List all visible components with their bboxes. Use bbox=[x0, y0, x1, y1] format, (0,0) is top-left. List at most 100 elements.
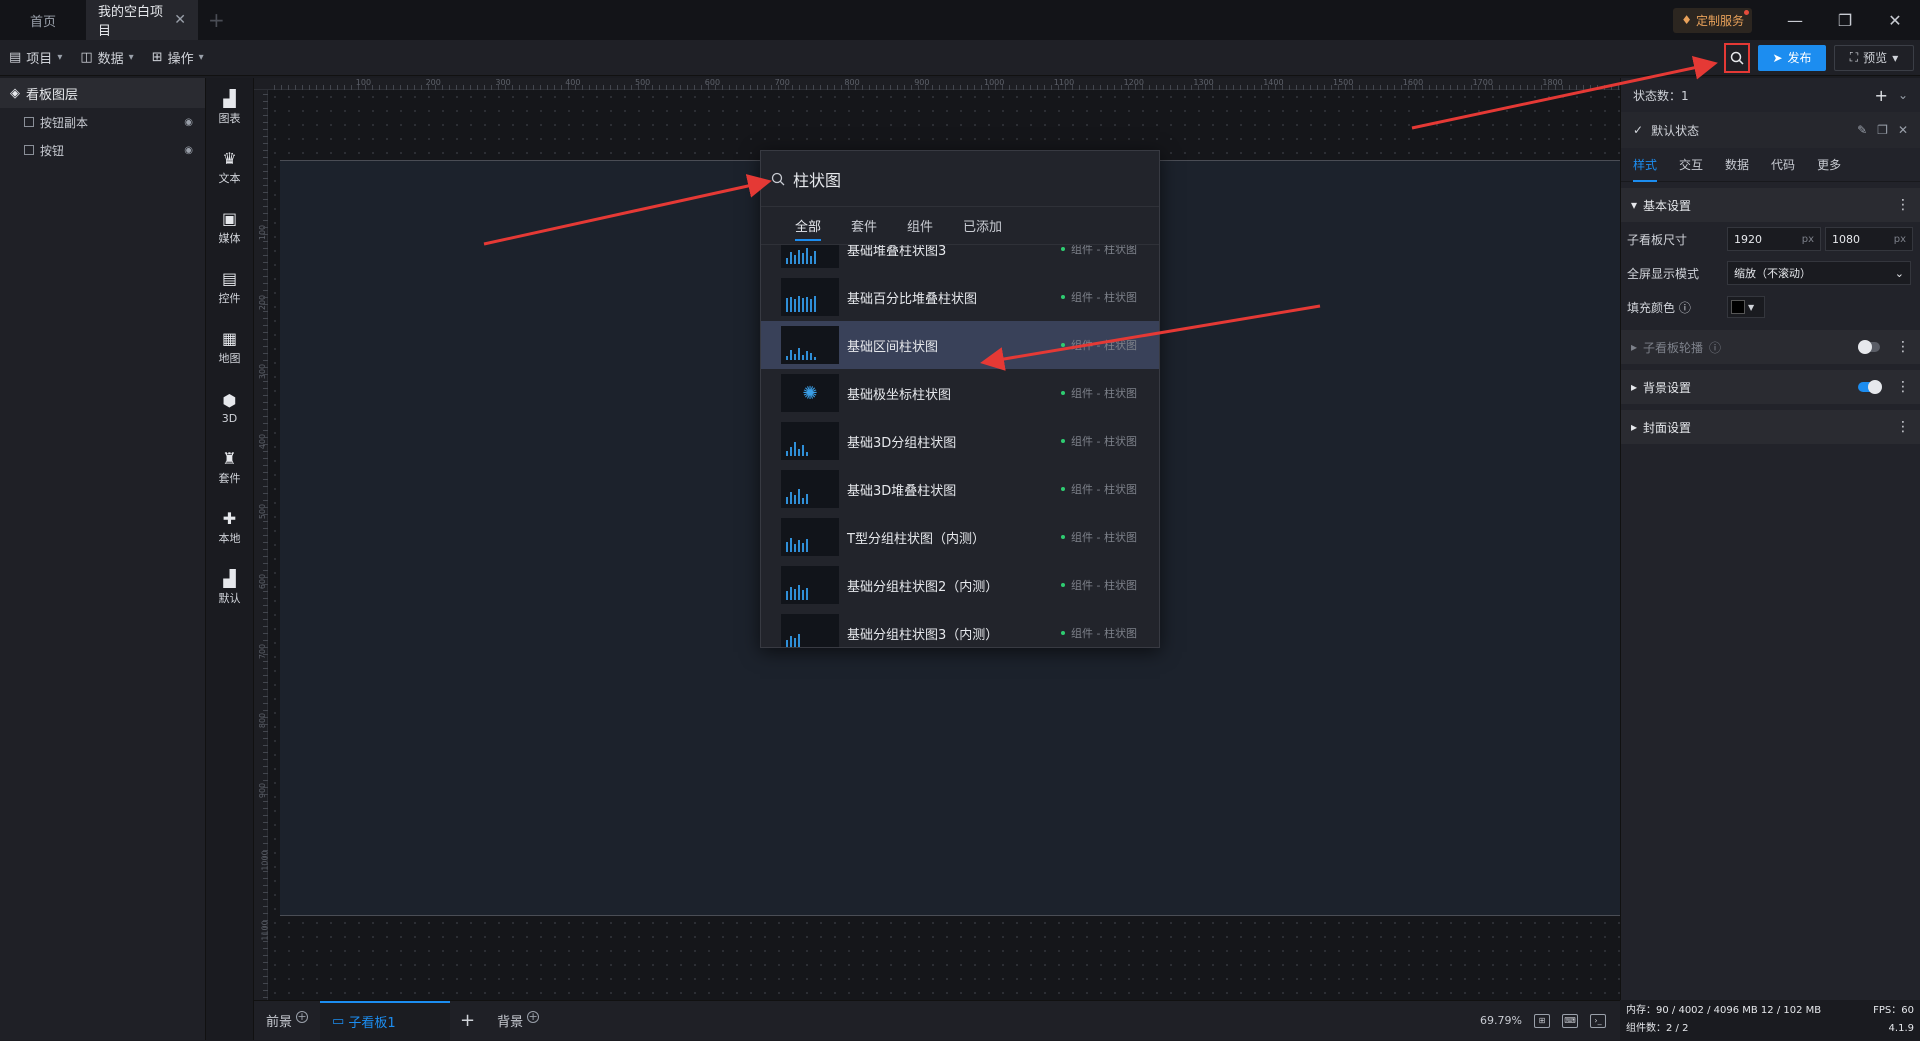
keyboard-icon[interactable]: ⌨ bbox=[1562, 1013, 1578, 1028]
default-state-row[interactable]: ✓ 默认状态 ✎ ❐ ✕ bbox=[1621, 112, 1920, 148]
search-result-item[interactable]: 基础堆叠柱状图3 组件 - 柱状图 bbox=[761, 245, 1159, 273]
tab-background[interactable]: 背景 + bbox=[485, 1001, 551, 1041]
subtab-style[interactable]: 样式 bbox=[1633, 156, 1658, 182]
fullscreen-icon: ⛶ bbox=[1849, 50, 1859, 64]
tab-project[interactable]: 我的空白项目 ✕ bbox=[86, 0, 198, 40]
more-icon[interactable]: ⋮ bbox=[1896, 379, 1910, 395]
category-media[interactable]: ▣ 媒体 bbox=[206, 198, 253, 258]
eye-hidden-icon[interactable]: ◉ bbox=[184, 145, 193, 156]
subtab-data[interactable]: 数据 bbox=[1725, 156, 1749, 173]
close-window-icon[interactable]: ✕ bbox=[1870, 0, 1920, 40]
search-results: 基础堆叠柱状图3 组件 - 柱状图 基础百分比堆叠柱状图 组件 - 柱状图 基础区间柱状… bbox=[761, 245, 1159, 647]
layer-item[interactable]: 按钮副本 ◉ bbox=[0, 108, 205, 136]
tab-home[interactable]: 首页 bbox=[0, 0, 86, 40]
bar-chart-icon: ▟ bbox=[223, 89, 236, 108]
caret-down-icon: ▼ bbox=[1748, 302, 1755, 312]
search-tab-component[interactable]: 组件 bbox=[907, 216, 933, 235]
close-icon[interactable]: ✕ bbox=[1898, 123, 1908, 137]
section-basic[interactable]: ▾ 基本设置 ⋮ bbox=[1621, 188, 1920, 222]
search-result-item[interactable]: 基础3D分组柱状图 组件 - 柱状图 bbox=[761, 417, 1159, 465]
search-result-category: 组件 - 柱状图 bbox=[1061, 625, 1137, 641]
search-result-item[interactable]: 基础百分比堆叠柱状图 组件 - 柱状图 bbox=[761, 273, 1159, 321]
chevron-down-icon: ⌄ bbox=[1894, 266, 1904, 280]
search-input[interactable]: 柱状图 bbox=[761, 151, 1159, 207]
add-board-icon[interactable]: + bbox=[450, 1010, 485, 1031]
copy-icon[interactable]: ❐ bbox=[1877, 123, 1888, 137]
search-result-item[interactable]: 基础3D堆叠柱状图 组件 - 柱状图 bbox=[761, 465, 1159, 513]
terminal-icon[interactable]: ›_ bbox=[1590, 1013, 1606, 1028]
minimize-icon[interactable]: — bbox=[1770, 0, 1820, 40]
add-tab-icon[interactable]: + bbox=[208, 8, 225, 32]
preview-button[interactable]: ⛶ 预览 ▾ bbox=[1834, 44, 1914, 71]
search-tab-added[interactable]: 已添加 bbox=[963, 216, 1002, 235]
category-text: 组件 - 柱状图 bbox=[1071, 245, 1137, 256]
category-chart[interactable]: ▟ 图表 bbox=[206, 78, 253, 138]
search-icon bbox=[771, 172, 785, 185]
chart-thumbnail-icon bbox=[781, 278, 839, 316]
width-input[interactable]: 1920 px bbox=[1727, 227, 1821, 251]
help-icon[interactable]: ⓘ bbox=[1679, 301, 1691, 315]
add-background-icon[interactable]: + bbox=[527, 1010, 540, 1023]
eye-hidden-icon[interactable]: ◉ bbox=[184, 117, 193, 128]
layers-panel: ◈ 看板图层 按钮副本 ◉ 按钮 ◉ bbox=[0, 78, 206, 1040]
help-icon[interactable]: ⓘ bbox=[1709, 339, 1721, 356]
board-size-row: 子看板尺寸 1920 px 1080 px bbox=[1621, 222, 1920, 256]
search-result-item[interactable]: 基础分组柱状图2（内测） 组件 - 柱状图 bbox=[761, 561, 1159, 609]
search-result-item[interactable]: ✺ 基础极坐标柱状图 组件 - 柱状图 bbox=[761, 369, 1159, 417]
category-3d[interactable]: ⬢ 3D bbox=[206, 378, 253, 438]
tab-sub-board[interactable]: ▭ 子看板1 bbox=[320, 1000, 451, 1041]
search-tab-kit[interactable]: 套件 bbox=[851, 216, 877, 235]
carousel-toggle[interactable] bbox=[1858, 340, 1880, 354]
category-control[interactable]: ▤ 控件 bbox=[206, 258, 253, 318]
close-tab-icon[interactable]: ✕ bbox=[174, 12, 186, 28]
category-label: 套件 bbox=[218, 472, 241, 485]
layer-item[interactable]: 按钮 ◉ bbox=[0, 136, 205, 164]
sub-board-label: 子看板1 bbox=[348, 1016, 396, 1031]
layers-title: ◈ 看板图层 bbox=[0, 78, 205, 108]
search-result-item[interactable]: T型分组柱状图（内测） 组件 - 柱状图 bbox=[761, 513, 1159, 561]
vertical-ruler: 100 200 300 400 500 600 700 800 900 1000 1100 bbox=[254, 90, 270, 1000]
edit-icon[interactable]: ✎ bbox=[1857, 123, 1867, 137]
zoom-level[interactable]: 69.79% bbox=[1480, 1014, 1522, 1027]
fit-screen-icon[interactable]: ⊞ bbox=[1534, 1013, 1550, 1028]
menu-project[interactable]: ▤ 项目 ▾ bbox=[0, 40, 71, 76]
subtab-more[interactable]: 更多 bbox=[1817, 156, 1841, 173]
diamond-icon: ♦ bbox=[1681, 13, 1692, 27]
search-tab-all[interactable]: 全部 bbox=[795, 216, 822, 241]
more-icon[interactable]: ⋮ bbox=[1896, 339, 1910, 355]
fullscreen-mode-select[interactable]: 缩放（不滚动） ⌄ bbox=[1727, 261, 1911, 285]
subtab-interaction[interactable]: 交互 bbox=[1679, 156, 1703, 173]
category-kit[interactable]: ♜ 套件 bbox=[206, 438, 253, 498]
restore-icon[interactable]: ❐ bbox=[1820, 0, 1870, 40]
search-result-item[interactable]: 基础区间柱状图 组件 - 柱状图 bbox=[761, 321, 1159, 369]
menu-data[interactable]: ◫ 数据 ▾ bbox=[71, 40, 142, 76]
caret-down-icon: ▾ bbox=[1631, 198, 1638, 212]
section-cover[interactable]: ▸ 封面设置 ⋮ bbox=[1621, 410, 1920, 444]
category-text[interactable]: ♛ 文本 bbox=[206, 138, 253, 198]
preview-label: 预览 bbox=[1863, 51, 1888, 65]
more-icon[interactable]: ⋮ bbox=[1896, 419, 1910, 435]
publish-button[interactable]: ➤ 发布 bbox=[1758, 44, 1826, 71]
custom-service-button[interactable]: ♦ 定制服务 bbox=[1673, 7, 1752, 33]
category-default[interactable]: ▟ 默认 bbox=[206, 558, 253, 618]
section-background[interactable]: ▸ 背景设置 ⋮ bbox=[1621, 370, 1920, 404]
section-carousel[interactable]: ▸ 子看板轮播 ⓘ ⋮ bbox=[1621, 330, 1920, 364]
menu-operation[interactable]: ⊞ 操作 ▾ bbox=[143, 40, 213, 76]
add-state-icon[interactable]: + bbox=[1875, 86, 1888, 105]
tab-foreground[interactable]: 前景 + bbox=[254, 1001, 320, 1041]
background-toggle[interactable] bbox=[1858, 380, 1882, 394]
category-text: 组件 - 柱状图 bbox=[1071, 387, 1137, 400]
state-count-row: 状态数：1 + ⌄ bbox=[1621, 78, 1920, 112]
search-result-item[interactable]: 基础分组柱状图3（内测） 组件 - 柱状图 bbox=[761, 609, 1159, 647]
height-input[interactable]: 1080 px bbox=[1825, 227, 1913, 251]
category-map[interactable]: ▦ 地图 bbox=[206, 318, 253, 378]
add-foreground-icon[interactable]: + bbox=[296, 1010, 309, 1023]
more-icon[interactable]: ⋮ bbox=[1896, 197, 1910, 213]
subtab-code[interactable]: 代码 bbox=[1771, 156, 1795, 173]
category-local[interactable]: ✚ 本地 bbox=[206, 498, 253, 558]
chevron-down-icon[interactable]: ⌄ bbox=[1898, 88, 1908, 102]
status-dot bbox=[1061, 343, 1065, 347]
search-button[interactable] bbox=[1724, 42, 1750, 73]
category-text: 组件 - 柱状图 bbox=[1071, 483, 1137, 496]
fill-color-picker[interactable]: ▼ bbox=[1727, 296, 1765, 318]
